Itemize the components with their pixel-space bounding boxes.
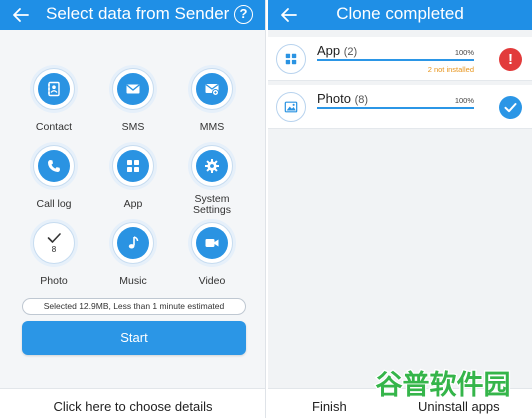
left-bottom-bar: Click here to choose details [0, 388, 265, 418]
category-label: Video [198, 275, 226, 287]
clone-completed-screen: Clone completed App (2) 100% 2 not insta… [268, 0, 532, 418]
page-title: Clone completed [336, 4, 464, 23]
error-status-icon[interactable]: ! [499, 48, 522, 71]
image-icon [284, 101, 298, 113]
result-icon [276, 92, 306, 122]
mms-icon [205, 84, 219, 96]
not-installed-note: 2 not installed [427, 65, 474, 74]
progress-fill [317, 59, 474, 61]
app-grid-icon [127, 160, 139, 172]
category-mms[interactable]: MMS [172, 68, 252, 133]
contact-book-icon [48, 81, 60, 97]
sender-select-screen: Select data from Sender ? Contact SMS MM… [0, 0, 266, 418]
result-row-app[interactable]: App (2) 100% 2 not installed ! [268, 37, 532, 81]
phone-icon [48, 160, 60, 172]
category-label: MMS [199, 121, 225, 133]
watermark-logo: 谷普软件园 [374, 368, 512, 402]
result-name: Photo (8) [317, 91, 369, 106]
left-header-bar: Select data from Sender ? [0, 0, 265, 30]
start-button[interactable]: Start [22, 321, 246, 355]
back-arrow-icon[interactable] [10, 4, 32, 26]
category-label: SMS [121, 121, 145, 133]
category-system-settings[interactable]: System Settings [172, 145, 252, 216]
category-label: Photo [40, 275, 68, 287]
result-percent: 100% [454, 48, 474, 57]
category-contact[interactable]: Contact [14, 68, 94, 133]
gear-icon [205, 159, 219, 173]
progress-bar [317, 59, 474, 61]
selection-summary: Selected 12.9MB, Less than 1 minute esti… [22, 298, 246, 315]
category-label: System Settings [193, 193, 231, 216]
app-grid-icon [285, 53, 297, 65]
category-music[interactable]: Music [93, 222, 173, 287]
category-call-log[interactable]: Call log [14, 145, 94, 210]
category-photo[interactable]: 8 Photo [14, 222, 94, 287]
category-video[interactable]: Video [172, 222, 252, 287]
svg-text:谷普软件园: 谷普软件园 [376, 369, 511, 401]
progress-bar [317, 107, 474, 109]
result-percent: 100% [454, 96, 474, 105]
video-camera-icon [205, 239, 219, 247]
finish-button[interactable]: Finish [312, 399, 347, 414]
checkmark-icon [47, 233, 61, 243]
page-title: Select data from Sender [46, 4, 230, 23]
music-note-icon [128, 236, 139, 249]
category-sms[interactable]: SMS [93, 68, 173, 133]
envelope-icon [126, 84, 140, 94]
selected-count: 8 [51, 245, 57, 254]
category-label: Music [119, 275, 147, 287]
category-app[interactable]: App [93, 145, 173, 210]
right-header-bar: Clone completed [268, 0, 532, 30]
progress-fill [317, 107, 474, 109]
success-check-icon [499, 96, 522, 119]
category-label: App [123, 198, 143, 210]
result-icon [276, 44, 306, 74]
result-row-photo[interactable]: Photo (8) 100% [268, 85, 532, 129]
category-label: Call log [36, 198, 72, 210]
result-name: App (2) [317, 43, 358, 58]
choose-details-link[interactable]: Click here to choose details [0, 399, 265, 414]
help-icon[interactable]: ? [234, 5, 253, 24]
category-label: Contact [35, 121, 73, 133]
